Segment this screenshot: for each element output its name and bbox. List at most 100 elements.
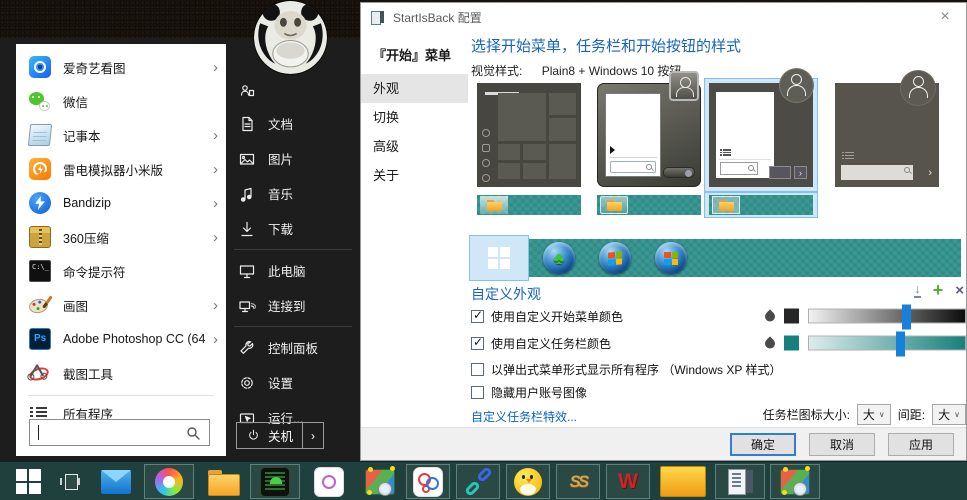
downloads-icon bbox=[238, 220, 256, 238]
search-icon bbox=[185, 425, 201, 441]
checkbox[interactable] bbox=[471, 363, 484, 376]
selected-value: 大 bbox=[863, 406, 875, 423]
windows10-logo-icon bbox=[488, 247, 510, 269]
import-style-icon[interactable]: ↓ bbox=[914, 282, 921, 298]
place-downloads[interactable]: 下载 bbox=[226, 211, 360, 246]
window-titlebar[interactable]: StartIsBack 配置 × bbox=[361, 3, 966, 31]
clover-icon: ♣ bbox=[553, 250, 564, 267]
option-label: 隐藏用户账号图像 bbox=[491, 384, 587, 401]
paint-icon bbox=[29, 294, 51, 316]
app-label: Bandizip bbox=[63, 196, 209, 210]
taskbar-item-link-app[interactable] bbox=[456, 464, 500, 499]
app-item-paint[interactable]: 画图 › bbox=[16, 288, 226, 322]
place-this-pc[interactable]: 此电脑 bbox=[226, 253, 360, 288]
add-style-icon[interactable]: + bbox=[933, 281, 944, 299]
checkbox[interactable] bbox=[471, 337, 484, 350]
app-item-ld-emulator[interactable]: 雷电模拟器小米版 › bbox=[16, 152, 226, 186]
customize-taskbar-fx-link[interactable]: 自定义任务栏特效... bbox=[471, 408, 577, 425]
option-custom-startmenu-color[interactable]: 使用自定义开始菜单颜色 bbox=[471, 305, 967, 327]
app-item-bandizip[interactable]: Bandizip › bbox=[16, 186, 226, 220]
taskbar-item-startisback[interactable] bbox=[715, 464, 765, 499]
folder-icon bbox=[607, 200, 622, 211]
place-connect-to[interactable]: 连接到 bbox=[226, 288, 360, 323]
dialog-content: 选择开始菜单，任务栏和开始按钮的样式 视觉样式: Plain8 + Window… bbox=[469, 33, 967, 427]
checkbox[interactable] bbox=[471, 310, 484, 323]
app-item-360zip[interactable]: 360压缩 › bbox=[16, 220, 226, 254]
taskbar-item-orange-window[interactable] bbox=[656, 464, 710, 499]
shutdown-options-arrow-icon[interactable]: › bbox=[303, 423, 323, 448]
nav-item-about[interactable]: 关于 bbox=[361, 161, 468, 190]
shutdown-button[interactable]: 关机 › bbox=[236, 422, 324, 449]
style-previews: › › bbox=[469, 79, 967, 237]
taskbar-color-slider[interactable] bbox=[808, 336, 966, 351]
start-search-input[interactable] bbox=[29, 419, 210, 446]
360zip-icon bbox=[29, 226, 51, 248]
taskbar-item-browser[interactable] bbox=[144, 464, 194, 499]
taskbar-item-chick-app[interactable] bbox=[506, 464, 550, 499]
place-user-folder[interactable] bbox=[226, 76, 360, 106]
remove-style-icon[interactable]: × bbox=[955, 283, 964, 298]
slider-handle[interactable] bbox=[896, 332, 905, 357]
place-label: 连接到 bbox=[268, 296, 306, 315]
task-view-button[interactable] bbox=[54, 464, 86, 499]
nav-item-appearance[interactable]: 外观 bbox=[361, 74, 468, 103]
shutdown-label: 关机 bbox=[268, 426, 293, 445]
spacing-select[interactable]: 大 ∨ bbox=[932, 404, 966, 425]
taskbar-item-gold-app[interactable] bbox=[556, 464, 600, 499]
style-preview-win10[interactable] bbox=[473, 79, 585, 217]
taskbar-icon-size-select[interactable]: 大 ∨ bbox=[857, 404, 891, 425]
start-button-option-clover-orb[interactable]: ♣ bbox=[543, 242, 575, 274]
place-label: 文档 bbox=[268, 114, 293, 133]
checkbox[interactable] bbox=[471, 386, 484, 399]
start-button-option-win10-selected[interactable] bbox=[469, 235, 529, 281]
color-droplet-icon[interactable] bbox=[763, 309, 777, 323]
option-xp-style-all-programs[interactable]: 以弹出式菜单形式显示所有程序 （Windows XP 样式） bbox=[471, 358, 967, 380]
place-control-panel[interactable]: 控制面板 bbox=[226, 330, 360, 365]
place-music[interactable]: 音乐 bbox=[226, 176, 360, 211]
app-label: 记事本 bbox=[63, 126, 209, 145]
startmenu-color-slider[interactable] bbox=[808, 309, 966, 324]
window-close-button[interactable]: × bbox=[934, 8, 956, 26]
color-droplet-icon[interactable] bbox=[763, 336, 777, 350]
photo-viewer-icon bbox=[365, 469, 395, 495]
start-button-option-win8-orb[interactable] bbox=[655, 242, 687, 274]
start-button[interactable] bbox=[6, 464, 50, 499]
app-item-photoshop[interactable]: Adobe Photoshop CC (64 Bit) › bbox=[16, 322, 226, 356]
submenu-arrow-icon: › bbox=[209, 298, 218, 313]
app-item-wechat[interactable]: 微信 › bbox=[16, 84, 226, 118]
taskbar-item-android-emulator[interactable] bbox=[250, 464, 300, 499]
taskbar-item-photo-viewer-2[interactable] bbox=[770, 464, 820, 499]
style-preview-plain8-selected[interactable]: › bbox=[705, 79, 817, 217]
app-item-notepad[interactable]: 记事本 › bbox=[16, 118, 226, 152]
place-settings[interactable]: 设置 bbox=[226, 365, 360, 400]
user-avatar[interactable] bbox=[254, 1, 327, 74]
option-custom-taskbar-color[interactable]: 使用自定义任务栏颜色 bbox=[471, 332, 967, 354]
app-item-iqiyi[interactable]: 爱奇艺看图 › bbox=[16, 50, 226, 84]
app-item-cmd[interactable]: 命令提示符 › bbox=[16, 254, 226, 288]
taskbar-item-baidu-netdisk[interactable] bbox=[406, 464, 450, 499]
ok-button[interactable]: 确定 bbox=[730, 433, 796, 456]
app-label: Adobe Photoshop CC (64 Bit) bbox=[63, 332, 209, 346]
apply-button[interactable]: 应用 bbox=[888, 433, 954, 456]
cancel-button[interactable]: 取消 bbox=[809, 433, 875, 456]
option-label: 以弹出式菜单形式显示所有程序 （Windows XP 样式） bbox=[491, 361, 781, 378]
option-hide-user-picture[interactable]: 隐藏用户账号图像 bbox=[471, 381, 967, 403]
taskbar-item-ring-app[interactable] bbox=[305, 464, 353, 499]
nav-item-advanced[interactable]: 高级 bbox=[361, 132, 468, 161]
style-preview-plain10[interactable]: › bbox=[831, 79, 943, 191]
style-preview-win7[interactable] bbox=[593, 79, 705, 217]
taskbar-item-photo-viewer[interactable] bbox=[356, 464, 404, 499]
nav-item-switching[interactable]: 切换 bbox=[361, 103, 468, 132]
start-button-option-win7-orb[interactable] bbox=[599, 242, 631, 274]
taskbar-item-red-w-app[interactable] bbox=[606, 464, 650, 499]
slider-handle[interactable] bbox=[902, 305, 911, 330]
startmenu-color-swatch[interactable] bbox=[784, 309, 799, 324]
app-item-snipping-tool[interactable]: 截图工具 › bbox=[16, 356, 226, 390]
place-documents[interactable]: 文档 bbox=[226, 106, 360, 141]
app-label: 命令提示符 bbox=[63, 262, 209, 281]
taskbar-color-swatch[interactable] bbox=[784, 336, 799, 351]
taskbar-item-mail[interactable] bbox=[92, 464, 140, 499]
taskbar-item-file-explorer[interactable] bbox=[199, 464, 247, 499]
place-pictures[interactable]: 图片 bbox=[226, 141, 360, 176]
divider bbox=[234, 326, 352, 327]
